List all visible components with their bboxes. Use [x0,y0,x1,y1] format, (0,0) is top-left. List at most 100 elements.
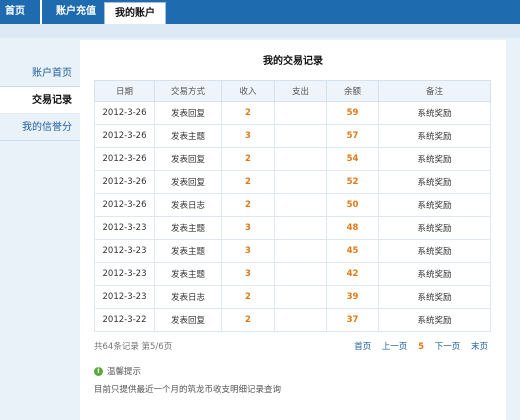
cell-balance: 57 [326,124,379,148]
cell-note: 系统奖励 [378,147,491,171]
table-row: 2012-3-23 发表主题 3 42 系统奖励 [94,262,491,286]
cell-method: 发表回复 [154,170,222,194]
cell-balance: 42 [326,262,379,286]
cell-income: 2 [221,308,275,332]
pager-current-page: 5 [418,342,425,352]
cell-expense [274,147,327,171]
cell-method: 发表回复 [154,101,222,125]
cell-expense [274,193,327,217]
cell-income: 3 [221,239,275,263]
cell-income: 2 [221,285,275,309]
top-nav: 首页 账户充值 我的账户 [0,0,520,24]
table-row: 2012-3-23 发表日志 2 39 系统奖励 [94,285,491,309]
cell-income: 2 [221,147,275,171]
tab-recharge[interactable]: 账户充值 [48,0,104,24]
cell-date: 2012-3-23 [94,285,155,309]
cell-method: 发表主题 [154,262,222,286]
cell-note: 系统奖励 [378,216,491,240]
cell-method: 发表主题 [154,124,222,148]
cell-income: 2 [221,101,275,125]
cell-expense [274,216,327,240]
cell-date: 2012-3-23 [94,262,155,286]
cell-date: 2012-3-26 [94,147,155,171]
cell-note: 系统奖励 [378,308,491,332]
page-title: 我的交易记录 [263,56,323,67]
cell-balance: 45 [326,239,379,263]
cell-date: 2012-3-23 [94,216,155,240]
table-header-row: 日期 交易方式 收入 支出 余额 备注 [94,80,491,102]
cell-balance: 52 [326,170,379,194]
pager-first-link[interactable]: 首页 [354,342,371,352]
cell-note: 系统奖励 [378,193,491,217]
tip-title: 温馨提示 [107,367,142,377]
cell-balance: 39 [326,285,379,309]
cell-method: 发表回复 [154,308,222,332]
table-row: 2012-3-23 发表主题 3 48 系统奖励 [94,216,491,240]
column-header-expense: 支出 [274,80,327,102]
cell-method: 发表主题 [154,216,222,240]
table-row: 2012-3-26 发表回复 2 54 系统奖励 [94,147,491,171]
column-header-date: 日期 [94,80,155,102]
cell-expense [274,285,327,309]
cell-date: 2012-3-26 [94,124,155,148]
cell-income: 3 [221,216,275,240]
pager-prev-link[interactable]: 上一页 [382,342,408,352]
pager-last-link[interactable]: 末页 [471,342,488,352]
cell-method: 发表回复 [154,147,222,171]
cell-income: 2 [221,193,275,217]
table-row: 2012-3-26 发表回复 2 59 系统奖励 [94,101,491,125]
top-band [0,24,520,38]
cell-date: 2012-3-23 [94,239,155,263]
record-summary: 共64条记录 第5/6页 [94,342,173,352]
column-header-balance: 余额 [326,80,379,102]
table-row: 2012-3-26 发表日志 2 50 系统奖励 [94,193,491,217]
cell-income: 3 [221,262,275,286]
pagination: 首页 上一页 5 下一页 末页 [346,340,488,352]
sidebar-item-credit-score[interactable]: 我的信誉分 [0,114,80,141]
pager-next-link[interactable]: 下一页 [435,342,461,352]
cell-balance: 48 [326,216,379,240]
cell-balance: 54 [326,147,379,171]
sidebar-item-account-home[interactable]: 账户首页 [0,60,80,87]
transactions-table: 日期 交易方式 收入 支出 余额 备注 2012-3-26 发表回复 2 59 系统奖励… [94,80,491,332]
cell-expense [274,170,327,194]
cell-date: 2012-3-26 [94,101,155,125]
cell-balance: 59 [326,101,379,125]
tab-divider [40,0,42,24]
info-icon: i [94,366,103,376]
column-header-income: 收入 [221,80,275,102]
column-header-note: 备注 [378,80,491,102]
main-panel: 我的交易记录 日期 交易方式 收入 支出 余额 备注 2012-3-26 发表回复… [80,40,506,420]
table-row: 2012-3-26 发表回复 2 52 系统奖励 [94,170,491,194]
cell-balance: 37 [326,308,379,332]
cell-income: 2 [221,170,275,194]
cell-expense [274,124,327,148]
cell-note: 系统奖励 [378,285,491,309]
cell-date: 2012-3-26 [94,193,155,217]
tab-home[interactable]: 首页 [0,0,30,24]
table-row: 2012-3-22 发表回复 2 37 系统奖励 [94,308,491,332]
tab-my-account[interactable]: 我的账户 [104,2,166,24]
cell-note: 系统奖励 [378,239,491,263]
cell-note: 系统奖励 [378,170,491,194]
cell-note: 系统奖励 [378,101,491,125]
cell-note: 系统奖励 [378,124,491,148]
sidebar: 账户首页 交易记录 我的信誉分 [0,60,80,141]
cell-method: 发表日志 [154,193,222,217]
cell-note: 系统奖励 [378,262,491,286]
cell-expense [274,239,327,263]
cell-method: 发表主题 [154,239,222,263]
table-row: 2012-3-23 发表主题 3 45 系统奖励 [94,239,491,263]
cell-expense [274,308,327,332]
cell-expense [274,262,327,286]
tip-header: i 温馨提示 [94,365,141,377]
cell-income: 3 [221,124,275,148]
cell-date: 2012-3-26 [94,170,155,194]
cell-expense [274,101,327,125]
tip-text: 目前只提供最近一个月的筑龙币收支明细记录查询 [94,385,282,395]
sidebar-item-transactions[interactable]: 交易记录 [0,87,80,114]
cell-balance: 50 [326,193,379,217]
cell-date: 2012-3-22 [94,308,155,332]
column-header-method: 交易方式 [154,80,222,102]
table-row: 2012-3-26 发表主题 3 57 系统奖励 [94,124,491,148]
